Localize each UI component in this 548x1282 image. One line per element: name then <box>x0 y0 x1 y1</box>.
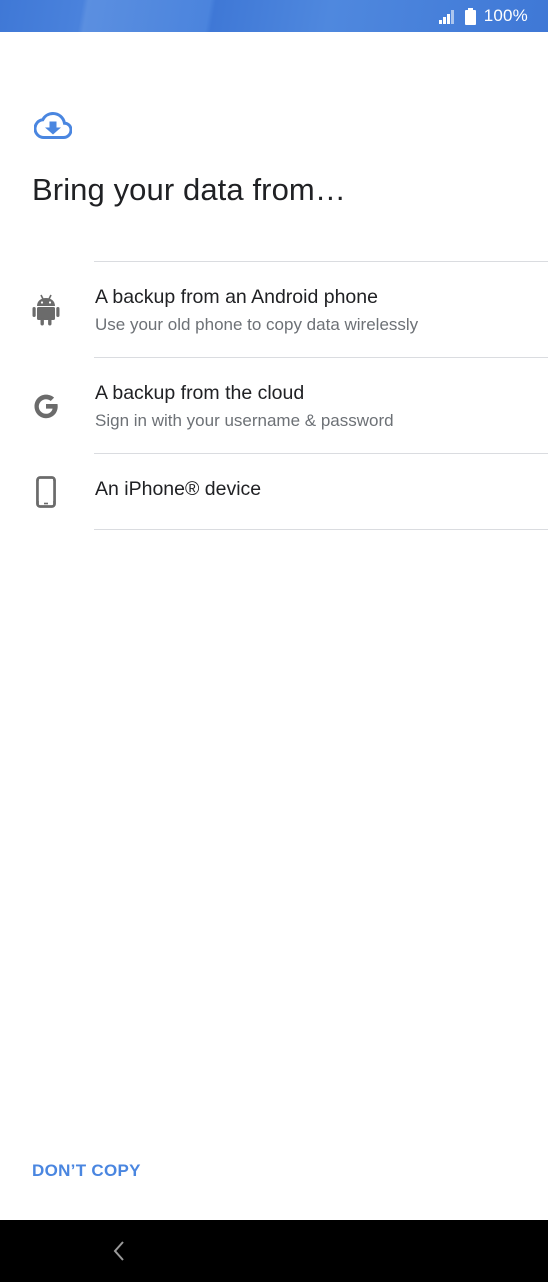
navigation-bar <box>0 1220 548 1282</box>
dont-copy-button[interactable]: DON’T COPY <box>32 1161 141 1181</box>
option-subtitle: Use your old phone to copy data wireless… <box>95 315 419 334</box>
smartphone-icon <box>32 476 60 508</box>
battery-icon <box>464 7 476 25</box>
status-icons: 100% <box>438 6 528 26</box>
divider <box>94 529 548 530</box>
back-chevron-icon[interactable] <box>110 1240 128 1262</box>
google-g-icon <box>32 390 60 422</box>
option-subtitle: Sign in with your username & password <box>95 411 394 430</box>
page-title: Bring your data from… <box>32 172 346 207</box>
cloud-download-icon <box>34 112 72 139</box>
option-title: A backup from the cloud <box>95 382 305 404</box>
status-bar: 100% <box>0 0 548 32</box>
android-icon <box>32 294 60 326</box>
battery-percentage: 100% <box>483 6 528 25</box>
option-android-backup[interactable]: A backup from an Android phone Use your … <box>0 262 548 358</box>
option-title: A backup from an Android phone <box>95 286 378 308</box>
signal-icon <box>438 10 454 24</box>
option-cloud-backup[interactable]: A backup from the cloud Sign in with you… <box>0 358 548 454</box>
screen: 100% Bring your data from… A backup from… <box>0 0 548 1282</box>
option-title: An iPhone® device <box>95 478 262 500</box>
option-iphone-device[interactable]: An iPhone® device <box>0 454 548 529</box>
